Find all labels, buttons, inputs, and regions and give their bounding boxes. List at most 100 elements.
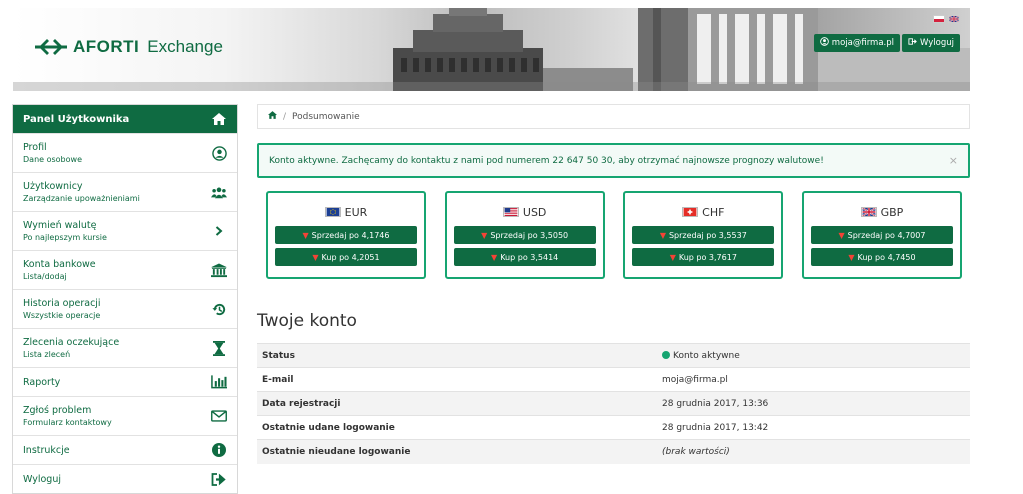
row-value: (brak wartości): [657, 439, 970, 464]
row-key: E-mail: [257, 367, 657, 392]
arrow-down-icon: ▼: [669, 252, 676, 262]
sell-button[interactable]: ▼ Sprzedaj po 4,7007: [810, 226, 953, 244]
breadcrumb: / Podsumowanie: [257, 104, 970, 129]
arrow-down-icon: ▼: [491, 252, 498, 262]
status-value: Konto aktywne: [673, 350, 740, 361]
check-circle-icon: [662, 350, 670, 359]
logo-brand: AFORTI: [73, 37, 140, 56]
user-email-label: moja@firma.pl: [831, 38, 894, 48]
sidebar-item-label: Instrukcje: [23, 444, 70, 456]
row-value: 28 grudnia 2017, 13:42: [657, 415, 970, 440]
rate-card-gbp: GBP ▼ Sprzedaj po 4,7007 ▼ Kup po 4,7450: [801, 191, 962, 279]
chevron-right-icon: [211, 223, 227, 239]
rate-card-usd: USD ▼ Sprzedaj po 3,5050 ▼ Kup po 3,5414: [444, 191, 605, 279]
buy-button[interactable]: ▼ Kup po 3,7617: [632, 248, 775, 266]
logo-mark-icon: [35, 36, 67, 58]
language-switcher: [933, 15, 960, 23]
sidebar-item-sublabel: Wszystkie operacje: [23, 311, 101, 320]
sell-button[interactable]: ▼ Sprzedaj po 3,5050: [453, 226, 596, 244]
row-key: Data rejestracji: [257, 391, 657, 416]
sell-label: Sprzedaj po 3,5537: [668, 230, 747, 240]
buy-button[interactable]: ▼ Kup po 4,7450: [810, 248, 953, 266]
sidebar-item-reports[interactable]: Raporty: [13, 367, 237, 396]
bar-chart-icon: [211, 374, 227, 390]
arrow-down-icon: ▼: [659, 230, 666, 240]
currency-header: EUR: [324, 205, 368, 219]
users-icon: [211, 184, 227, 200]
sell-label: Sprzedaj po 3,5050: [490, 230, 569, 240]
buy-label: Kup po 3,7617: [678, 252, 737, 262]
buy-button[interactable]: ▼ Kup po 4,2051: [275, 248, 417, 266]
sidebar-title: Panel Użytkownika: [23, 113, 130, 125]
row-value: 28 grudnia 2017, 13:36: [657, 391, 970, 416]
logout-label: Wyloguj: [920, 38, 954, 48]
aforti-logo[interactable]: AFORTI Exchange: [35, 36, 223, 58]
bank-icon: [211, 262, 227, 278]
account-status-alert: Konto aktywne. Zachęcamy do kontaktu z n…: [257, 143, 970, 178]
user-circle-icon: [819, 37, 829, 49]
sell-label: Sprzedaj po 4,7007: [847, 230, 926, 240]
sell-button[interactable]: ▼ Sprzedaj po 4,1746: [275, 226, 417, 244]
history-icon: [211, 301, 227, 317]
user-account-button[interactable]: moja@firma.pl: [813, 34, 900, 52]
header-user-actions: moja@firma.pl Wyloguj: [813, 34, 960, 52]
flag-pl-icon[interactable]: [933, 15, 945, 23]
logo-product: Exchange: [147, 37, 223, 56]
logout-button[interactable]: Wyloguj: [902, 34, 960, 52]
sidebar-item-pending-orders[interactable]: Zlecenia oczekujące Lista zleceń: [13, 328, 237, 367]
sidebar-item-exchange[interactable]: Wymień walutę Po najlepszym kursie: [13, 211, 237, 250]
currency-code: EUR: [344, 205, 368, 219]
currency-code: GBP: [880, 205, 904, 219]
sidebar-item-label: Użytkownicy: [23, 181, 83, 192]
sidebar-item-instructions[interactable]: Instrukcje: [13, 435, 237, 464]
currency-header: GBP: [860, 205, 904, 219]
sidebar-item-sublabel: Po najlepszym kursie: [23, 233, 107, 242]
sidebar-item-report-problem[interactable]: Zgłoś problem Formularz kontaktowy: [13, 396, 237, 435]
currency-header: CHF: [682, 205, 724, 219]
sidebar-item-sublabel: Formularz kontaktowy: [23, 418, 112, 427]
currency-header: USD: [502, 205, 547, 219]
row-value: moja@firma.pl: [657, 367, 970, 392]
row-value: Konto aktywne: [657, 343, 970, 368]
sidebar-item-label: Raporty: [23, 376, 61, 388]
rate-card-eur: EUR ▼ Sprzedaj po 4,1746 ▼ Kup po 4,2051: [266, 191, 426, 279]
info-icon: [211, 442, 227, 458]
buy-label: Kup po 4,7450: [857, 252, 916, 262]
home-icon[interactable]: [268, 111, 277, 122]
sidebar-item-bank-accounts[interactable]: Konta bankowe Lista/dodaj: [13, 250, 237, 289]
sidebar-item-history[interactable]: Historia operacji Wszystkie operacje: [13, 289, 237, 328]
sell-button[interactable]: ▼ Sprzedaj po 3,5537: [632, 226, 775, 244]
buy-button[interactable]: ▼ Kup po 3,5414: [453, 248, 596, 266]
close-icon[interactable]: ×: [949, 154, 958, 167]
sidebar-item-label: Historia operacji: [23, 298, 101, 309]
table-row: Ostatnie udane logowanie 28 grudnia 2017…: [257, 415, 970, 440]
table-row: Status Konto aktywne: [257, 343, 970, 368]
row-key: Ostatnie udane logowanie: [257, 415, 657, 440]
sidebar-item-profile[interactable]: Profil Dane osobowe: [13, 133, 237, 172]
flag-ch-icon: [682, 207, 699, 217]
table-row: Ostatnie nieudane logowanie (brak wartoś…: [257, 439, 970, 464]
sell-label: Sprzedaj po 4,1746: [311, 230, 390, 240]
arrow-down-icon: ▼: [302, 230, 309, 240]
arrow-down-icon: ▼: [312, 252, 319, 262]
table-row: E-mail moja@firma.pl: [257, 367, 970, 392]
user-icon: [211, 145, 227, 161]
account-details-table: Status Konto aktywne E-mail moja@firma.p…: [257, 343, 970, 464]
sidebar-item-label: Wymień walutę: [23, 220, 97, 231]
arrow-down-icon: ▼: [838, 230, 845, 240]
table-row: Data rejestracji 28 grudnia 2017, 13:36: [257, 391, 970, 416]
arrow-down-icon: ▼: [848, 252, 855, 262]
flag-eu-icon: [324, 207, 341, 217]
sidebar-item-sublabel: Lista zleceń: [23, 350, 71, 359]
row-key: Ostatnie nieudane logowanie: [257, 439, 657, 464]
currency-code: USD: [522, 205, 547, 219]
buy-label: Kup po 3,5414: [500, 252, 559, 262]
sidebar-item-users[interactable]: Użytkownicy Zarządzanie upoważnieniami: [13, 172, 237, 211]
currency-code: CHF: [702, 205, 725, 219]
breadcrumb-current: Podsumowanie: [292, 111, 360, 122]
flag-gb-icon[interactable]: [948, 15, 960, 23]
rate-card-chf: CHF ▼ Sprzedaj po 3,5537 ▼ Kup po 3,7617: [623, 191, 784, 279]
sidebar-item-sublabel: Zarządzanie upoważnieniami: [23, 194, 140, 203]
sidebar-header[interactable]: Panel Użytkownika: [13, 105, 237, 133]
home-icon: [211, 111, 227, 127]
